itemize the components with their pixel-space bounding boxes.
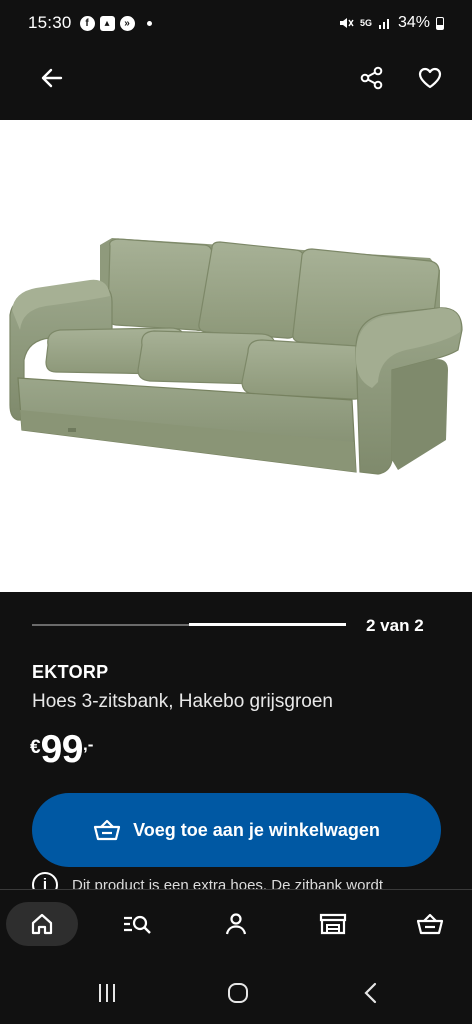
- battery-percent: 34%: [397, 14, 430, 31]
- add-to-cart-label: Voeg toe aan je winkelwagen: [133, 819, 380, 840]
- carousel-counter: 2 van 2: [366, 616, 424, 635]
- profile-icon: [225, 913, 247, 935]
- battery-icon: [436, 16, 444, 30]
- share-icon: [360, 66, 383, 90]
- back-chevron-icon: [364, 982, 377, 1004]
- status-right: 5G 34%: [338, 14, 444, 32]
- heart-icon: [418, 67, 442, 89]
- signal-icon: [378, 19, 389, 29]
- system-home-button[interactable]: [223, 980, 253, 1006]
- notification-icons: f ▴ »: [79, 15, 152, 31]
- download-icon: »: [119, 15, 135, 31]
- more-notifications-icon: [146, 20, 152, 26]
- add-to-cart-button[interactable]: Voeg toe aan je winkelwagen: [32, 793, 441, 867]
- status-time: 15:30: [28, 13, 72, 32]
- home-circle-icon: [228, 983, 248, 1003]
- basket-icon: [94, 819, 121, 841]
- nav-home[interactable]: [6, 902, 78, 946]
- system-recents-button[interactable]: [92, 980, 122, 1006]
- back-button[interactable]: [30, 56, 74, 100]
- search-list-icon: [124, 915, 151, 934]
- network-label: 5G: [359, 18, 372, 28]
- sofa-illustration: [9, 238, 463, 475]
- mute-icon: [339, 18, 354, 28]
- product-info-note: Dit product is een extra hoes. De zitban…: [32, 872, 452, 890]
- bottom-navigation: [0, 889, 472, 959]
- screen: 15:30 f ▴ » 5G 34% 2 van 2 EKTORP Hoes 3…: [0, 0, 472, 1024]
- nav-cart[interactable]: [394, 902, 466, 946]
- system-back-button[interactable]: [356, 980, 386, 1006]
- nav-profile[interactable]: [200, 902, 272, 946]
- nav-search[interactable]: [102, 902, 174, 946]
- store-icon: [319, 913, 347, 935]
- share-button[interactable]: [350, 56, 394, 100]
- product-image[interactable]: [0, 120, 472, 592]
- image-carousel-indicator: 2 van 2: [32, 616, 442, 638]
- nav-store[interactable]: [297, 902, 369, 946]
- system-navigation: [0, 962, 472, 1024]
- basket-icon: [416, 913, 444, 935]
- status-bar: 15:30 f ▴ » 5G 34%: [0, 0, 472, 46]
- facebook-icon: f: [79, 15, 95, 31]
- app-bar: [0, 46, 472, 120]
- recents-icon: [99, 984, 115, 1002]
- gallery-icon: ▴: [99, 15, 115, 31]
- price-integer: 99: [40, 728, 84, 771]
- favorite-button[interactable]: [408, 56, 452, 100]
- home-icon: [31, 913, 53, 935]
- product-brand: EKTORP: [32, 662, 109, 682]
- price-currency: €: [30, 737, 41, 758]
- product-description: Hoes 3-zitsbank, Hakebo grijsgroen: [32, 691, 333, 712]
- product-price: € 99 ,-: [30, 730, 93, 770]
- info-icon: [32, 872, 58, 890]
- arrow-left-icon: [41, 68, 63, 88]
- price-decimal: ,-: [82, 735, 94, 754]
- carousel-progress: [189, 623, 346, 626]
- info-text: Dit product is een extra hoes. De zitban…: [72, 877, 383, 890]
